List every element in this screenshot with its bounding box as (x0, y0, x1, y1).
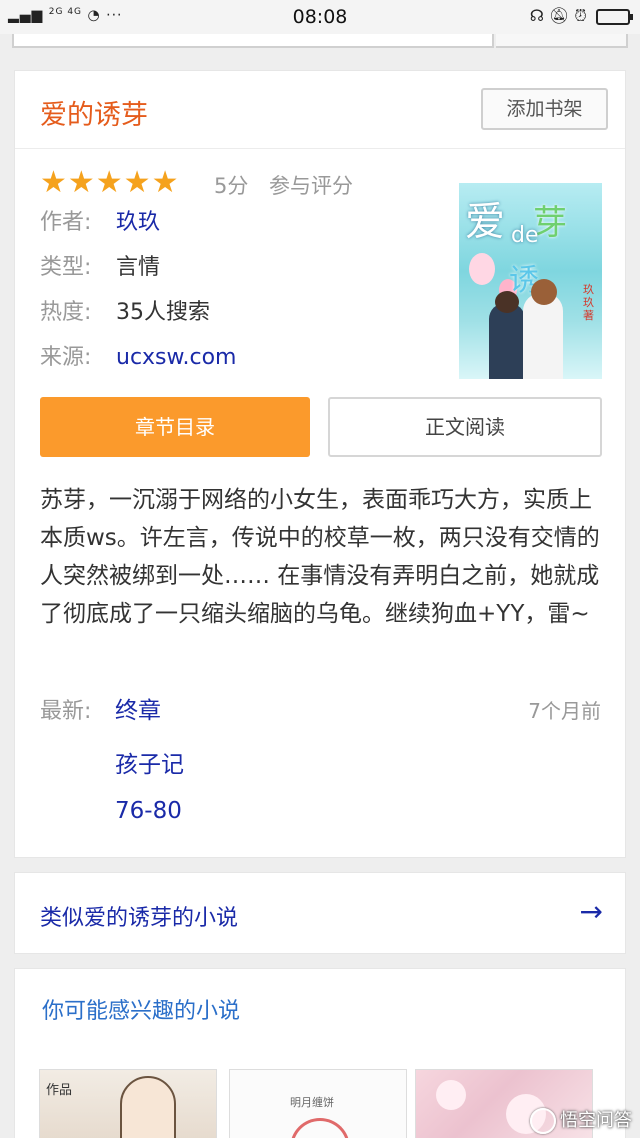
watermark-text: 悟空问答 (560, 1110, 632, 1131)
search-input[interactable] (12, 34, 494, 48)
book-title[interactable]: 爱的诱芽 (40, 93, 148, 132)
recommend-title: 你可能感兴趣的小说 (42, 999, 241, 1024)
latest-label: 最新: (40, 699, 92, 724)
similar-novels-label: 类似爱的诱芽的小说 (40, 906, 239, 931)
meta-label: 来源: (40, 345, 92, 370)
cover-title-char: 爱 (465, 199, 505, 245)
meta-value: 言情 (116, 255, 161, 280)
read-text-button[interactable]: 正文阅读 (328, 397, 602, 457)
recommend-book-thumbnail[interactable]: 明月缠饼 (229, 1069, 407, 1138)
meta-label: 作者: (40, 210, 92, 235)
search-bar-remnant (0, 34, 640, 58)
book-card-header: 爱的诱芽 添加书架 (15, 71, 625, 149)
latest-chapter-link[interactable]: 孩子记 (115, 745, 184, 779)
search-button[interactable] (496, 34, 628, 48)
thumb-illustration (436, 1080, 466, 1110)
thumb-text: 作品 (46, 1083, 73, 1098)
meta-type: 类型: 言情 (40, 254, 160, 282)
headset-icon: ☊ (529, 6, 544, 25)
meta-value: 35人搜索 (116, 300, 210, 325)
chapter-list-button[interactable]: 章节目录 (40, 397, 310, 457)
rating-stars-icon: ★★★★★ (40, 165, 180, 200)
mute-icon: 🔕︎ (549, 6, 570, 25)
rate-button[interactable]: 参与评分 (269, 170, 353, 200)
add-to-shelf-button[interactable]: 添加书架 (481, 88, 608, 130)
cover-title-de: de (511, 223, 539, 248)
status-bar: ▂▄▆ 2G 4G ◔ ··· 08:08 ☊ 🔕︎ ⏰︎ (0, 0, 640, 34)
similar-novels-link[interactable]: 类似爱的诱芽的小说 → (14, 872, 626, 954)
latest-update-time: 7个月前 (528, 699, 601, 723)
camera-icon (530, 1108, 556, 1134)
cover-author: 玖玖著 (583, 283, 594, 322)
book-card: 爱的诱芽 添加书架 ★★★★★ 5分 参与评分 作者: 玖玖 类型: 言情 热度: 3… (14, 70, 626, 858)
meta-author: 作者: 玖玖 (40, 209, 160, 237)
meta-label: 类型: (40, 255, 92, 280)
rating-score: 5分 (214, 174, 249, 198)
recommend-book-thumbnail[interactable]: 作品 (39, 1069, 217, 1138)
meta-label: 热度: (40, 300, 92, 325)
book-description: 苏芽，一沉溺于网络的小女生，表面乖巧大方，实质上本质ws。许左言，传说中的校草一… (40, 487, 600, 627)
latest-chapter-link[interactable]: 76-80 (115, 798, 182, 824)
balloon-shape (469, 253, 495, 285)
thumb-illustration (290, 1118, 350, 1138)
cover-figure (489, 303, 525, 379)
book-cover-image[interactable]: 爱 芽 de 诱 玖玖著 (459, 183, 602, 379)
cover-figure-head (531, 279, 557, 305)
battery-icon (596, 8, 633, 25)
status-icons: ☊ 🔕︎ ⏰︎ (529, 6, 633, 26)
author-link[interactable]: 玖玖 (116, 210, 160, 235)
meta-heat: 热度: 35人搜索 (40, 299, 210, 327)
latest-chapter-link[interactable]: 终章 (115, 691, 161, 725)
watermark: 悟空问答 (530, 1106, 632, 1134)
cover-figure (523, 293, 563, 379)
cover-figure-head (495, 291, 519, 313)
source-link[interactable]: ucxsw.com (116, 345, 236, 370)
thumb-illustration (120, 1076, 176, 1138)
alarm-icon: ⏰︎ (574, 6, 587, 25)
meta-source: 来源: ucxsw.com (40, 344, 236, 372)
thumb-text: 明月缠饼 (290, 1096, 334, 1109)
arrow-right-icon: → (579, 895, 603, 928)
